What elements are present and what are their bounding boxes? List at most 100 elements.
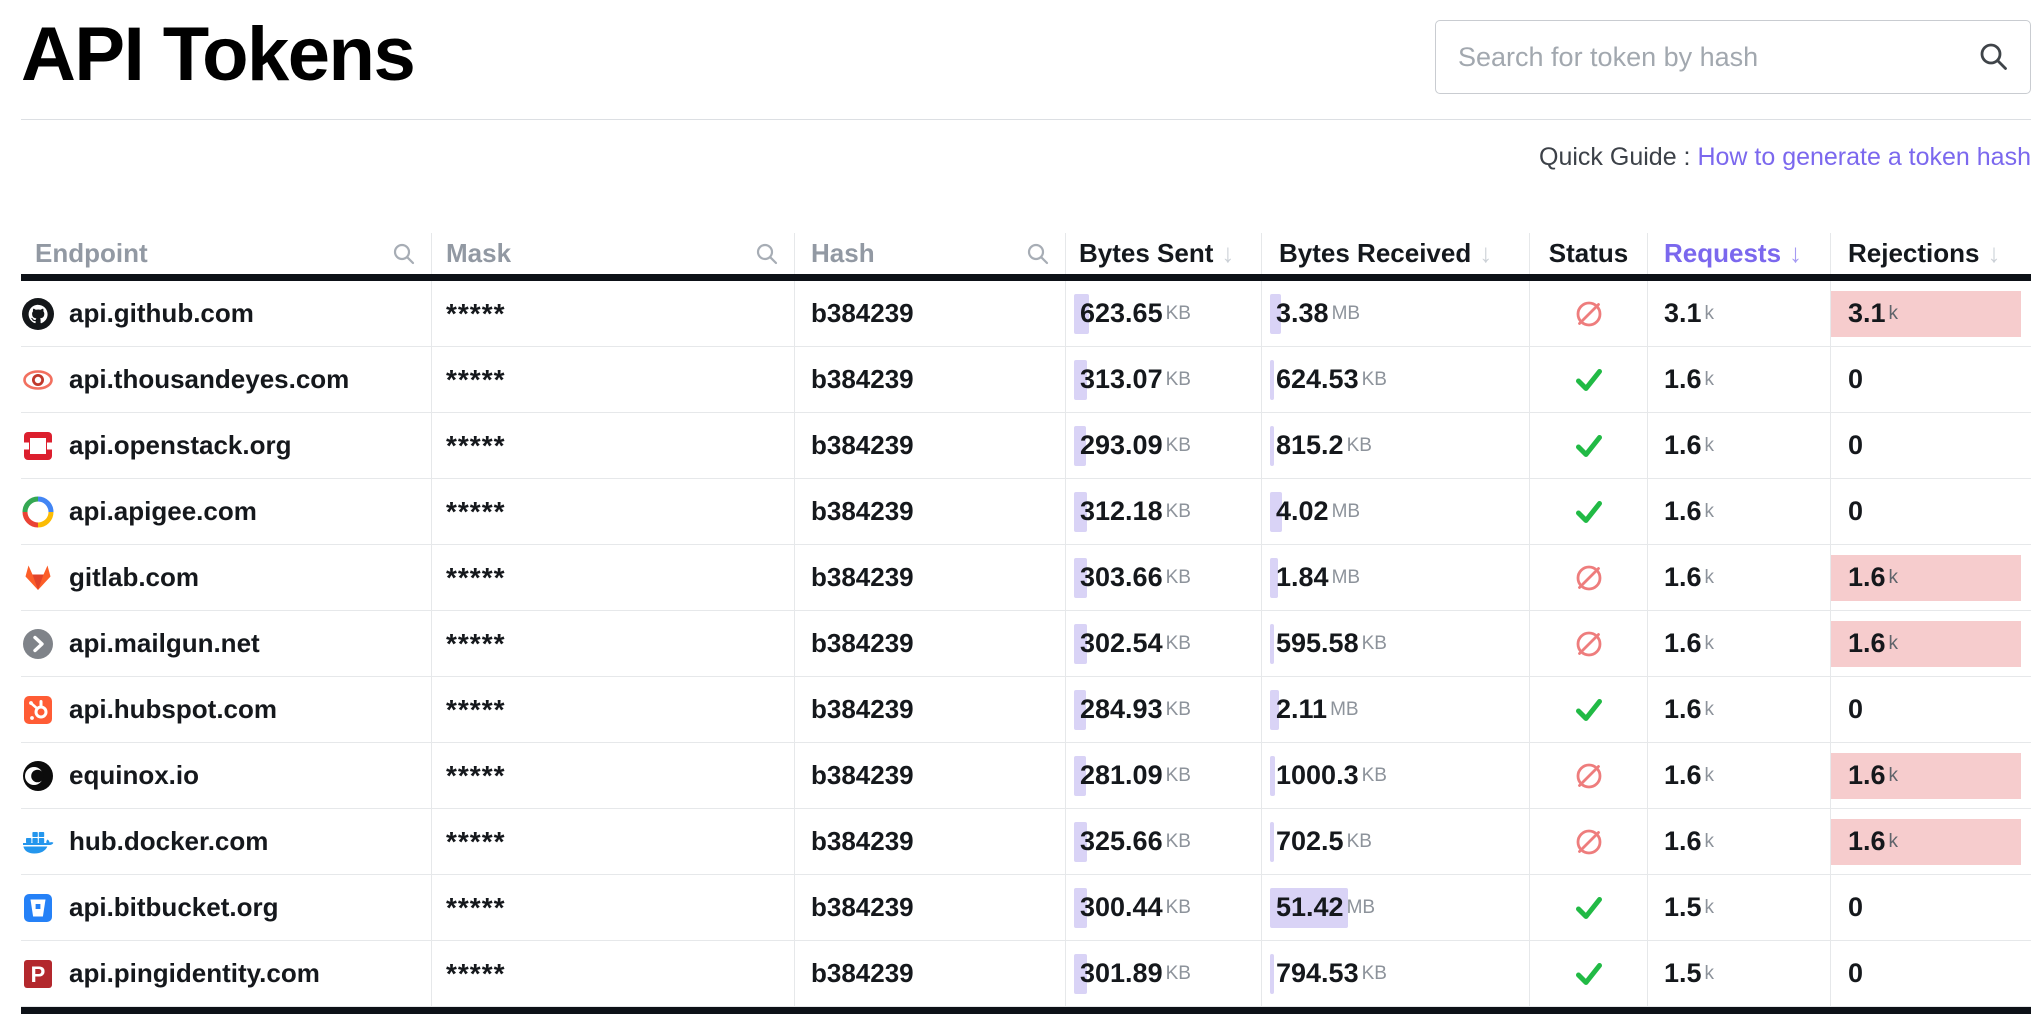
bytes-sent-cell: 302.54KB: [1066, 611, 1262, 676]
bytes-received-value: 51.42: [1276, 892, 1344, 923]
bytes-sent-cell: 313.07KB: [1066, 347, 1262, 412]
bytes-received-value: 794.53: [1276, 958, 1359, 989]
column-header-bytes-sent[interactable]: Bytes Sent ↓: [1066, 233, 1262, 274]
hash-cell: b384239: [795, 743, 1066, 808]
requests-value: 1.6: [1664, 826, 1702, 857]
bytes-sent-cell: 301.89KB: [1066, 941, 1262, 1006]
rejections-cell: 1.6k: [1831, 809, 2031, 874]
magnitude-bar: [1270, 756, 1275, 796]
status-cell: [1530, 875, 1648, 940]
mask-value: *****: [446, 892, 505, 924]
quick-guide-link[interactable]: How to generate a token hash: [1697, 143, 2031, 171]
token-search: [1435, 20, 2031, 94]
status-ok-check-icon: [1574, 431, 1604, 461]
bytes-received-cell: 1000.3KB: [1262, 743, 1530, 808]
search-icon[interactable]: [1977, 40, 2011, 74]
column-search-icon[interactable]: [754, 241, 780, 267]
rejections-cell: 0: [1831, 941, 2031, 1006]
mask-value: *****: [446, 958, 505, 990]
rejections-unit: k: [1889, 633, 1899, 655]
hash-value: b384239: [811, 760, 914, 791]
endpoint-cell: Papi.pingidentity.com: [21, 941, 432, 1006]
hash-value: b384239: [811, 364, 914, 395]
column-header-mask[interactable]: Mask: [432, 233, 795, 274]
rejections-value: 3.1: [1848, 298, 1886, 329]
equinox-icon: [21, 759, 55, 793]
bytes-sent-value: 293.09: [1080, 430, 1163, 461]
endpoint-label: api.github.com: [69, 298, 254, 329]
sort-desc-icon[interactable]: ↓: [1789, 238, 1802, 269]
column-header-endpoint[interactable]: Endpoint: [21, 233, 432, 274]
table-row: api.bitbucket.org*****b384239300.44KB51.…: [21, 875, 2031, 941]
column-search-icon[interactable]: [1025, 241, 1051, 267]
magnitude-bar: [1270, 426, 1274, 466]
bytes-received-value: 1000.3: [1276, 760, 1359, 791]
mask-cell: *****: [432, 413, 795, 478]
sort-desc-icon[interactable]: ↓: [1221, 238, 1234, 269]
page-title: API Tokens: [21, 12, 414, 97]
magnitude-bar: [1270, 624, 1274, 664]
rejections-value: 1.6: [1848, 562, 1886, 593]
bytes-received-unit: KB: [1362, 633, 1387, 655]
bytes-received-cell: 624.53KB: [1262, 347, 1530, 412]
requests-unit: k: [1705, 897, 1715, 919]
hash-value: b384239: [811, 628, 914, 659]
bytes-sent-value: 300.44: [1080, 892, 1163, 923]
sort-desc-icon[interactable]: ↓: [1479, 238, 1492, 269]
rejections-cell: 3.1k: [1831, 281, 2031, 346]
rejections-value: 1.6: [1848, 760, 1886, 791]
column-header-hash[interactable]: Hash: [795, 233, 1066, 274]
rejections-value: 0: [1848, 958, 1863, 989]
table-row: api.mailgun.net*****b384239302.54KB595.5…: [21, 611, 2031, 677]
hash-value: b384239: [811, 430, 914, 461]
column-header-rejections[interactable]: Rejections ↓: [1831, 233, 2031, 274]
status-cell: [1530, 677, 1648, 742]
hash-cell: b384239: [795, 809, 1066, 874]
mask-cell: *****: [432, 809, 795, 874]
endpoint-cell: gitlab.com: [21, 545, 432, 610]
column-header-status[interactable]: Status: [1530, 233, 1648, 274]
endpoint-label: api.pingidentity.com: [69, 958, 320, 989]
column-header-bytes-received[interactable]: Bytes Received ↓: [1262, 233, 1530, 274]
requests-value: 1.5: [1664, 958, 1702, 989]
mask-cell: *****: [432, 743, 795, 808]
bytes-sent-cell: 312.18KB: [1066, 479, 1262, 544]
requests-value: 1.6: [1664, 628, 1702, 659]
endpoint-label: equinox.io: [69, 760, 199, 791]
mask-value: *****: [446, 430, 505, 462]
hash-cell: b384239: [795, 875, 1066, 940]
bytes-received-value: 595.58: [1276, 628, 1359, 659]
table-row: api.hubspot.com*****b384239284.93KB2.11M…: [21, 677, 2031, 743]
bytes-sent-unit: KB: [1166, 633, 1191, 655]
requests-unit: k: [1705, 435, 1715, 457]
hash-cell: b384239: [795, 611, 1066, 676]
mask-cell: *****: [432, 479, 795, 544]
column-search-icon[interactable]: [391, 241, 417, 267]
requests-cell: 1.6k: [1648, 413, 1831, 478]
status-ok-check-icon: [1574, 497, 1604, 527]
rejections-cell: 1.6k: [1831, 545, 2031, 610]
status-rejected-icon: [1574, 629, 1604, 659]
status-cell: [1530, 545, 1648, 610]
hash-value: b384239: [811, 562, 914, 593]
quick-guide: Quick Guide : How to generate a token ha…: [21, 143, 2031, 173]
bytes-sent-value: 302.54: [1080, 628, 1163, 659]
bytes-sent-cell: 293.09KB: [1066, 413, 1262, 478]
status-ok-check-icon: [1574, 695, 1604, 725]
requests-unit: k: [1705, 963, 1715, 985]
mask-value: *****: [446, 364, 505, 396]
hash-cell: b384239: [795, 347, 1066, 412]
mask-cell: *****: [432, 941, 795, 1006]
search-input[interactable]: [1435, 20, 2031, 94]
bytes-received-cell: 2.11MB: [1262, 677, 1530, 742]
column-header-requests[interactable]: Requests ↓: [1648, 233, 1831, 274]
hash-cell: b384239: [795, 545, 1066, 610]
sort-desc-icon[interactable]: ↓: [1988, 238, 2001, 269]
status-cell: [1530, 611, 1648, 676]
bytes-received-unit: MB: [1347, 897, 1376, 919]
status-cell: [1530, 281, 1648, 346]
hubspot-icon: [21, 693, 55, 727]
bytes-received-value: 624.53: [1276, 364, 1359, 395]
hash-value: b384239: [811, 298, 914, 329]
mask-cell: *****: [432, 545, 795, 610]
